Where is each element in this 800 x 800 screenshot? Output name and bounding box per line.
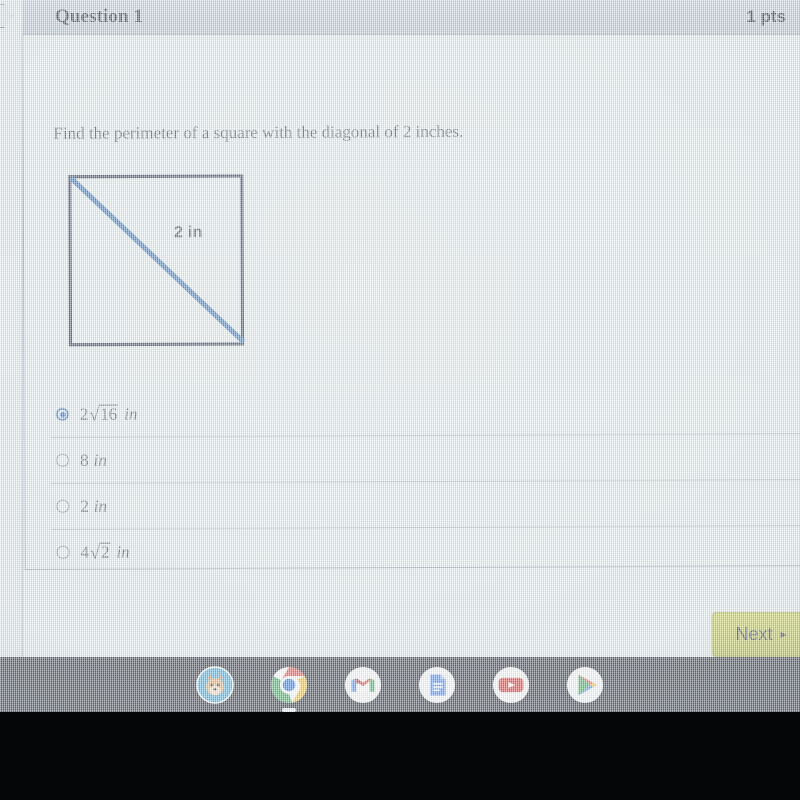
radical-sign-icon: √ [89,404,100,425]
option-d-radicand: 2 [99,542,111,562]
taskbar-item-youtube[interactable] [491,665,531,705]
option-a-coefficient: 2 [79,404,89,424]
radio-button-d[interactable] [56,545,70,559]
answer-option-b-label: 8 in [80,450,107,470]
next-button[interactable]: Next ▸ [712,612,800,657]
taskbar-item-docs[interactable] [417,665,457,705]
answer-option-a-label: 2 √ 16 in [80,404,138,424]
option-c-coefficient: 2 [80,496,89,516]
chevron-right-icon: ▸ [780,627,787,641]
option-c-unit: in [93,496,108,516]
option-a-radical: √ 16 [89,404,119,425]
photo-black-border [0,712,800,800]
option-d-radical: √ 2 [89,542,111,563]
option-d-unit: in [116,541,130,562]
question-header: Question 1 1 pts [22,0,800,35]
chrome-active-indicator [282,707,296,712]
question-title: Question 1 [55,6,144,27]
square-diagram: 2 in [66,172,247,349]
taskbar-item-gmail[interactable] [343,665,383,705]
google-docs-icon [418,666,456,703]
diagonal-length-label: 2 in [173,224,203,242]
question-body: Find the perimeter of a square with the … [22,31,800,570]
answer-option-c-label: 2 in [80,496,107,516]
launcher-icon [196,665,234,704]
radio-button-c[interactable] [56,499,70,513]
option-d-coefficient: 4 [80,542,90,562]
diagonal-line [68,175,246,344]
taskbar-item-play-store[interactable] [565,665,605,705]
taskbar-item-launcher[interactable] [195,665,235,705]
device-screen: Question 1 1 pts Find the perimeter of a… [0,0,800,712]
question-points: 1 pts [746,7,786,26]
answer-option-a[interactable]: 2 √ 16 in [50,388,800,438]
question-prompt-text: Find the perimeter of a square with the … [53,121,464,143]
answer-option-d-label: 4 √ 2 in [80,542,129,562]
answer-option-c[interactable]: 2 in [51,480,800,530]
option-a-radicand: 16 [99,404,119,424]
option-a-unit: in [124,403,138,424]
taskbar-item-chrome[interactable] [269,665,309,712]
left-sidebar-rail [0,0,23,712]
option-b-unit: in [93,450,107,470]
radio-button-a[interactable] [55,407,69,421]
radio-button-b[interactable] [56,453,70,467]
answer-option-d[interactable]: 4 √ 2 in [51,526,800,575]
answer-option-b[interactable]: 8 in [50,434,800,484]
answer-options-list: 2 √ 16 in 8 in 2 in 4 √ 2 in [50,388,800,575]
radical-sign-icon: √ [89,542,100,563]
question-card: Question 1 1 pts Find the perimeter of a… [22,0,800,570]
youtube-icon [492,666,530,703]
chrome-icon [270,666,308,703]
gmail-icon [344,666,382,703]
square-diagram-svg [68,174,246,347]
play-store-icon [566,666,604,703]
taskbar [0,657,800,712]
option-b-coefficient: 8 [80,450,89,470]
next-button-label: Next [735,624,773,644]
